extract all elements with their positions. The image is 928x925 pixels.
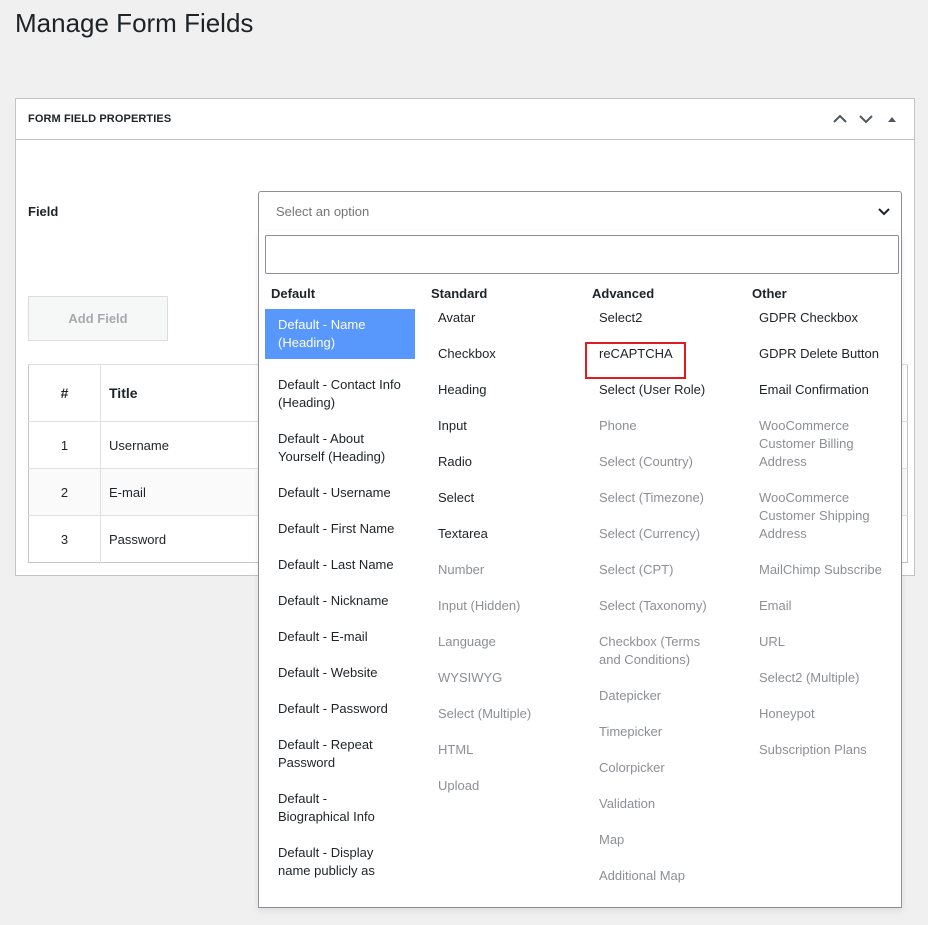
dropdown-option: Subscription Plans xyxy=(759,742,867,757)
page-title: Manage Form Fields xyxy=(15,8,254,38)
dropdown-option[interactable]: Default - E-mail xyxy=(265,628,415,646)
dropdown-option: Select (Taxonomy) xyxy=(599,598,707,613)
dropdown-option[interactable]: Default - Last Name xyxy=(265,556,415,574)
row-number: 2 xyxy=(28,468,101,516)
dropdown-option[interactable]: GDPR Checkbox xyxy=(746,309,896,327)
dropdown-option: Select (Country) xyxy=(599,454,693,469)
dropdown-option[interactable]: Email Confirmation xyxy=(746,381,896,399)
handle-actions xyxy=(830,109,902,129)
dropdown-option: Timepicker xyxy=(599,724,663,739)
option-group-label: Advanced xyxy=(592,286,655,301)
row-number: 1 xyxy=(28,421,101,469)
dropdown-option: Upload xyxy=(438,778,480,793)
move-up-button[interactable] xyxy=(830,109,850,129)
row-number: 3 xyxy=(28,515,101,563)
field-label: Field xyxy=(28,204,59,219)
option-list: Avatar Checkbox Heading Input Radio Select Tex… xyxy=(425,309,575,795)
dropdown-option: Select (CPT) xyxy=(599,562,674,577)
dropdown-option: Additional Map xyxy=(599,868,685,883)
option-list: Select2 reCAPTCHA Select (User Role) Phone S… xyxy=(586,309,736,885)
dropdown-option[interactable]: Select2 xyxy=(586,309,736,327)
chevron-down-icon xyxy=(878,207,890,215)
postbox-header: FORM FIELD PROPERTIES xyxy=(16,99,914,140)
dropdown-option[interactable]: Default - First Name xyxy=(265,520,415,538)
row-title: E-mail xyxy=(100,468,256,516)
dropdown-option[interactable]: Select xyxy=(425,489,575,507)
dropdown-option: Colorpicker xyxy=(599,760,665,775)
dropdown-option[interactable]: Default - Repeat Password xyxy=(265,736,415,772)
option-group-label: Default xyxy=(271,286,316,301)
dropdown-option: WooCommerce Customer Billing Address xyxy=(759,418,854,469)
dropdown-option[interactable]: Default - Website xyxy=(265,664,415,682)
dropdown-option[interactable]: Default - About Yourself (Heading) xyxy=(265,430,415,466)
column-header-title: Title xyxy=(100,364,256,422)
toggle-panel-button[interactable] xyxy=(882,109,902,129)
select-placeholder: Select an option xyxy=(276,204,370,219)
dropdown-option[interactable]: Select (User Role) xyxy=(586,381,736,399)
dropdown-option: Datepicker xyxy=(599,688,662,703)
dropdown-option: URL xyxy=(759,634,786,649)
field-select[interactable]: Select an option xyxy=(258,191,902,232)
option-group-label: Standard xyxy=(431,286,488,301)
dropdown-option: Select (Currency) xyxy=(599,526,701,541)
dropdown-option: Honeypot xyxy=(759,706,815,721)
dropdown-option: Select2 (Multiple) xyxy=(759,670,860,685)
triangle-up-icon xyxy=(888,117,896,122)
dropdown-option[interactable]: Default - Display name publicly as xyxy=(265,844,415,880)
field-select-dropdown: Default Default - Name (Heading) Default -… xyxy=(258,231,902,908)
option-group-default: Default Default - Name (Heading) Default -… xyxy=(265,286,415,898)
dropdown-option: Validation xyxy=(599,796,656,811)
dropdown-option[interactable]: Default - Biographical Info xyxy=(265,790,415,826)
dropdown-option[interactable]: Heading xyxy=(425,381,575,399)
dropdown-option[interactable]: Input xyxy=(425,417,575,435)
dropdown-option: Email xyxy=(759,598,792,613)
dropdown-option: Checkbox (Terms and Conditions) xyxy=(599,634,701,667)
dropdown-option[interactable]: Default - Password xyxy=(265,700,415,718)
chevron-up-icon xyxy=(833,114,847,123)
dropdown-option[interactable]: Textarea xyxy=(425,525,575,543)
dropdown-option: Language xyxy=(438,634,496,649)
row-title: Username xyxy=(100,421,256,469)
option-group-advanced: Advanced Select2 reCAPTCHA Select (User Rol… xyxy=(586,286,736,903)
option-list: GDPR Checkbox GDPR Delete Button Email Con… xyxy=(746,309,896,759)
option-group-standard: Standard Avatar Checkbox Heading Input Radio S… xyxy=(425,286,575,813)
dropdown-option: Select (Multiple) xyxy=(438,706,532,721)
dropdown-option: WYSIWYG xyxy=(438,670,503,685)
postbox-title: FORM FIELD PROPERTIES xyxy=(28,113,172,125)
option-list: Default - Name (Heading) Default - Contac… xyxy=(265,309,415,880)
dropdown-search-input[interactable] xyxy=(265,235,899,274)
row-title: Password xyxy=(100,515,256,563)
dropdown-option[interactable]: Default - Contact Info (Heading) xyxy=(265,376,415,412)
dropdown-option[interactable]: Checkbox xyxy=(425,345,575,363)
dropdown-option[interactable]: GDPR Delete Button xyxy=(746,345,896,363)
dropdown-option: Map xyxy=(599,832,625,847)
dropdown-option[interactable]: reCAPTCHA xyxy=(586,345,736,363)
dropdown-option[interactable]: Avatar xyxy=(425,309,575,327)
dropdown-option[interactable]: Radio xyxy=(425,453,575,471)
dropdown-option: WooCommerce Customer Shipping Address xyxy=(759,490,870,541)
dropdown-option: Select (Timezone) xyxy=(599,490,704,505)
dropdown-option: Phone xyxy=(599,418,637,433)
add-field-button[interactable]: Add Field xyxy=(28,296,168,341)
move-down-button[interactable] xyxy=(856,109,876,129)
column-header-number: # xyxy=(28,364,101,422)
option-group-other: Other GDPR Checkbox GDPR Delete Button Emai… xyxy=(746,286,896,777)
chevron-down-icon xyxy=(859,115,873,124)
dropdown-option[interactable]: Default - Nickname xyxy=(265,592,415,610)
dropdown-option: MailChimp Subscribe xyxy=(759,562,882,577)
dropdown-option: HTML xyxy=(438,742,474,757)
option-group-label: Other xyxy=(752,286,787,301)
dropdown-option: Input (Hidden) xyxy=(438,598,521,613)
dropdown-option: Number xyxy=(438,562,485,577)
dropdown-option[interactable]: Default - Username xyxy=(265,484,415,502)
dropdown-option[interactable]: Default - Name (Heading) xyxy=(265,309,415,359)
